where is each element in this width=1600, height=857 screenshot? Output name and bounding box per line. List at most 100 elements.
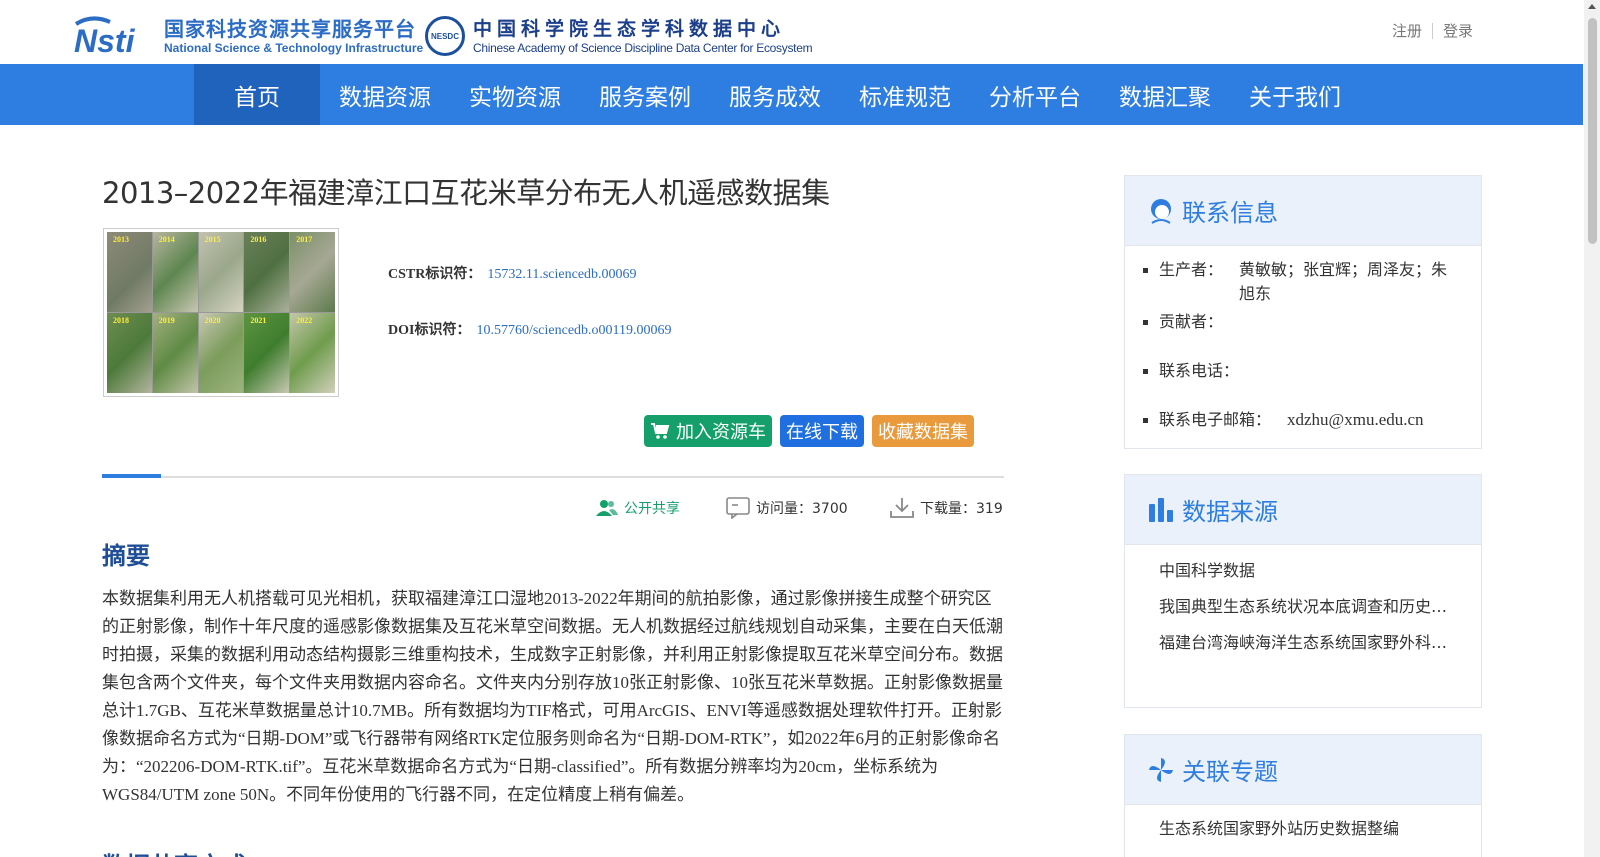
- logo2-en-text: Chinese Academy of Science Discipline Da…: [473, 41, 813, 55]
- thumb-year: 2014: [158, 235, 175, 244]
- download-count-text: 下载量：319: [920, 501, 1003, 517]
- thumb-year: 2018: [113, 316, 129, 325]
- download-count: 下载量：319: [890, 496, 1003, 520]
- source-item[interactable]: 我国典型生态系统状况本底调查和历史数据整编: [1159, 589, 1459, 625]
- thumb-tile: 2018: [107, 313, 152, 393]
- scroll-up-icon[interactable]: [1588, 4, 1596, 9]
- producer-row: 生产者： 黄敏敏；张宜辉；周泽友；朱旭东: [1143, 254, 1461, 306]
- nav-item-analysis-platform[interactable]: 分析平台: [970, 64, 1100, 125]
- data-source-panel-title: 数据来源: [1182, 498, 1278, 526]
- phone-row: 联系电话：: [1143, 355, 1461, 404]
- cstr-label: CSTR标识符：: [388, 267, 482, 282]
- nav-item-about-us[interactable]: 关于我们: [1230, 64, 1360, 125]
- action-buttons: 加入资源车 在线下载 收藏数据集: [644, 415, 974, 447]
- online-download-button[interactable]: 在线下载: [780, 415, 864, 447]
- thumb-year: 2015: [204, 235, 221, 244]
- thumb-tile: 2019: [152, 313, 198, 393]
- bar-chart-icon: [1149, 497, 1173, 522]
- contact-panel-title: 联系信息: [1182, 199, 1278, 227]
- tab-divider: [102, 474, 1004, 478]
- svg-text:Nsti: Nsti: [74, 23, 136, 56]
- download-icon: [890, 497, 914, 519]
- thumb-tile: 2014: [152, 232, 198, 312]
- phone-label: 联系电话：: [1159, 361, 1240, 380]
- thumb-tile: 2021: [244, 313, 290, 393]
- topic-item[interactable]: 生态系统国家野外站历史数据整编: [1159, 811, 1459, 847]
- abstract-heading: 摘要: [102, 542, 150, 570]
- auth-divider: [1431, 22, 1433, 39]
- contributor-row: 贡献者：: [1143, 306, 1461, 355]
- topic-panel-header: 关联专题: [1125, 735, 1481, 805]
- doi-label: DOI标识符：: [388, 323, 471, 338]
- page-scrollbar[interactable]: [1584, 0, 1600, 857]
- contact-panel: 联系信息 生产者： 黄敏敏；张宜辉；周泽友；朱旭东 贡献者： 联系电话： 联系电…: [1124, 175, 1482, 449]
- thumb-tile: 2017: [290, 232, 335, 312]
- login-link[interactable]: 登录: [1443, 20, 1473, 41]
- nsti-logo-mark: Nsti: [72, 16, 158, 56]
- contact-panel-header: 联系信息: [1125, 176, 1481, 246]
- thumb-tile: 2022: [290, 313, 335, 393]
- data-source-panel: 数据来源 中国科学数据 我国典型生态系统状况本底调查和历史数据整编 福建台湾海峡…: [1124, 474, 1482, 708]
- logo1-cn-text: 国家科技资源共享服务平台: [164, 17, 416, 41]
- share-label: 公开共享: [624, 501, 680, 517]
- producer-value: 黄敏敏；张宜辉；周泽友；朱旭东: [1239, 260, 1448, 303]
- thumb-year: 2017: [296, 235, 313, 244]
- nav-item-service-cases[interactable]: 服务案例: [580, 64, 710, 125]
- cstr-link[interactable]: 15732.11.sciencedb.00069: [487, 267, 636, 282]
- logo1-en-text: National Science & Technology Infrastruc…: [164, 41, 424, 55]
- thumb-year: 2022: [296, 316, 313, 325]
- thumb-tile: 2020: [198, 313, 244, 393]
- cstr-line: CSTR标识符： 15732.11.sciencedb.00069: [388, 263, 637, 283]
- site-header: Nsti 国家科技资源共享服务平台 National Science & Tec…: [0, 0, 1583, 64]
- person-icon: [1151, 198, 1171, 224]
- nav-item-data-aggregation[interactable]: 数据汇聚: [1100, 64, 1230, 125]
- register-link[interactable]: 注册: [1392, 20, 1422, 41]
- thumb-tile: 2013: [107, 232, 152, 312]
- thumb-tile: 2016: [244, 232, 290, 312]
- source-item[interactable]: 福建台湾海峡海洋生态系统国家野外科学观测研究站: [1159, 625, 1459, 661]
- tab-active-indicator: [102, 474, 161, 478]
- nav-item-physical-resources[interactable]: 实物资源: [450, 64, 580, 125]
- dataset-thumbnail[interactable]: 2013 2014 2015 2016 2017 2018 2019 2020 …: [103, 228, 339, 397]
- share-status: 公开共享: [596, 496, 680, 520]
- nesdc-badge: NESDC: [425, 16, 465, 56]
- topic-panel-title: 关联专题: [1182, 758, 1278, 786]
- nav-item-standards[interactable]: 标准规范: [840, 64, 970, 125]
- users-icon: [596, 499, 618, 517]
- contributor-label: 贡献者：: [1159, 312, 1224, 331]
- email-value[interactable]: xdzhu@xmu.edu.cn: [1287, 408, 1424, 453]
- sharing-method-heading: 数据共享方式: [102, 846, 246, 857]
- email-label: 联系电子邮箱：: [1159, 410, 1272, 429]
- scrollbar-thumb[interactable]: [1588, 18, 1597, 244]
- doi-link[interactable]: 10.57760/sciencedb.o00119.00069: [476, 323, 671, 338]
- abstract-text: 本数据集利用无人机搭载可见光相机，获取福建漳江口湿地2013-2022年期间的航…: [102, 589, 1003, 804]
- thumb-year: 2019: [158, 316, 175, 325]
- auth-links: 注册 登录: [1392, 20, 1473, 41]
- add-to-cart-label: 加入资源车: [676, 422, 766, 443]
- thumb-year: 2016: [250, 235, 267, 244]
- dataset-title: 2013–2022年福建漳江口互花米草分布无人机遥感数据集: [102, 176, 830, 210]
- visit-count-text: 访问量：3700: [756, 501, 848, 517]
- email-row: 联系电子邮箱： xdzhu@xmu.edu.cn: [1143, 404, 1461, 453]
- nesdc-logo[interactable]: NESDC 中国科学院生态学科数据中心 Chinese Academy of S…: [425, 16, 813, 56]
- logo2-cn-text: 中国科学院生态学科数据中心: [473, 18, 786, 40]
- thumb-year: 2013: [113, 235, 129, 244]
- thumb-year: 2021: [250, 316, 267, 325]
- main-nav: 首页 数据资源 实物资源 服务案例 服务成效 标准规范 分析平台 数据汇聚 关于…: [0, 64, 1583, 125]
- producer-label: 生产者：: [1159, 260, 1224, 279]
- cart-icon: [651, 423, 670, 439]
- comment-icon: [726, 497, 750, 519]
- pinwheel-icon: [1149, 757, 1173, 782]
- data-source-panel-header: 数据来源: [1125, 475, 1481, 545]
- nav-item-service-outcomes[interactable]: 服务成效: [710, 64, 840, 125]
- thumb-year: 2020: [204, 316, 221, 325]
- doi-line: DOI标识符： 10.57760/sciencedb.o00119.00069: [388, 319, 672, 339]
- source-item[interactable]: 中国科学数据: [1159, 553, 1459, 589]
- nav-item-data-resources[interactable]: 数据资源: [320, 64, 450, 125]
- favorite-dataset-button[interactable]: 收藏数据集: [872, 415, 974, 447]
- topic-panel: 关联专题 生态系统国家野外站历史数据整编: [1124, 734, 1482, 857]
- thumb-tile: 2015: [198, 232, 244, 312]
- nsti-logo[interactable]: Nsti 国家科技资源共享服务平台 National Science & Tec…: [72, 16, 423, 56]
- add-to-cart-button[interactable]: 加入资源车: [644, 415, 772, 447]
- nav-item-home[interactable]: 首页: [194, 64, 320, 125]
